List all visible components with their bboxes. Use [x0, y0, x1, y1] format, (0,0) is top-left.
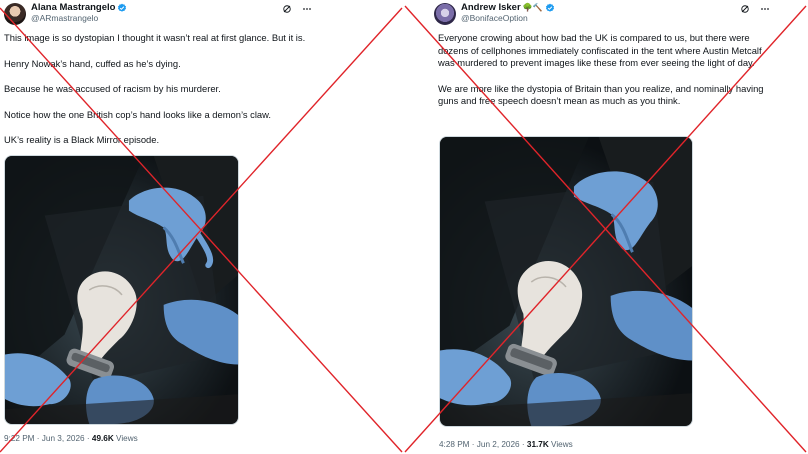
photo-handcuffed-hand — [440, 137, 692, 426]
post-photo[interactable] — [439, 136, 693, 427]
handle[interactable]: @ARmastrangelo — [31, 13, 127, 24]
views-label: Views — [551, 440, 573, 449]
more-icon[interactable] — [760, 4, 770, 14]
meta-separator: · — [36, 434, 40, 443]
post-paragraph: Because he was accused of racism by his … — [4, 83, 221, 94]
post-time[interactable]: 9:22 PM — [4, 434, 35, 443]
photo-handcuffed-hand — [5, 156, 238, 424]
post-time[interactable]: 4:28 PM — [439, 440, 470, 449]
more-icon[interactable] — [302, 4, 312, 14]
author-names: Andrew Isker 🌳🔨 @BonifaceOption — [461, 2, 555, 24]
author-names: Alana Mastrangelo @ARmastrangelo — [31, 2, 127, 24]
verified-badge-icon — [545, 3, 554, 12]
post-paragraph: Notice how the one British cop’s hand lo… — [4, 108, 271, 120]
grok-icon[interactable] — [282, 4, 292, 14]
post-text: This image is so dystopian I thought it … — [4, 32, 334, 160]
post-header: Andrew Isker 🌳🔨 @BonifaceOption — [434, 2, 555, 28]
post-paragraph: This image is so dystopian I thought it … — [4, 32, 306, 43]
post-date[interactable]: Jun 3, 2026 — [42, 434, 85, 443]
post-left: Alana Mastrangelo @ARmastrangelo This im… — [0, 0, 400, 454]
post-paragraph: Everyone crowing about how bad the UK is… — [438, 32, 762, 68]
views-count: 49.6K — [91, 434, 114, 443]
avatar[interactable] — [4, 3, 26, 25]
header-actions — [282, 4, 312, 14]
name-row: Andrew Isker 🌳🔨 — [461, 2, 555, 13]
views-count: 31.7K — [526, 440, 549, 449]
post-right: Andrew Isker 🌳🔨 @BonifaceOption Everyone… — [430, 0, 808, 454]
display-name[interactable]: Andrew Isker — [461, 2, 521, 13]
post-text: Everyone crowing about how bad the UK is… — [438, 32, 778, 121]
meta-separator: · — [471, 440, 475, 449]
views-label: Views — [116, 434, 138, 443]
post-header: Alana Mastrangelo @ARmastrangelo — [4, 2, 127, 28]
meta-separator: · — [86, 434, 90, 443]
avatar[interactable] — [434, 3, 456, 25]
display-name[interactable]: Alana Mastrangelo — [31, 2, 115, 13]
verified-badge-icon — [118, 3, 127, 12]
grok-icon[interactable] — [740, 4, 750, 14]
handle[interactable]: @BonifaceOption — [461, 13, 555, 24]
meta-separator: · — [521, 440, 525, 449]
header-actions — [740, 4, 770, 14]
post-photo[interactable] — [4, 155, 239, 425]
post-date[interactable]: Jun 2, 2026 — [477, 440, 520, 449]
post-paragraph: Henry Nowak’s hand, cuffed as he’s dying… — [4, 57, 181, 69]
post-paragraph: We are more like the dystopia of Britain… — [438, 82, 764, 107]
name-emojis: 🌳🔨 — [522, 2, 543, 12]
post-meta: 9:22 PM · Jun 3, 2026 · 49.6K Views — [4, 434, 138, 443]
post-paragraph: UK’s reality is a Black Mirror episode. — [4, 134, 160, 145]
name-row: Alana Mastrangelo — [31, 2, 127, 13]
post-meta: 4:28 PM · Jun 2, 2026 · 31.7K Views — [439, 440, 573, 449]
